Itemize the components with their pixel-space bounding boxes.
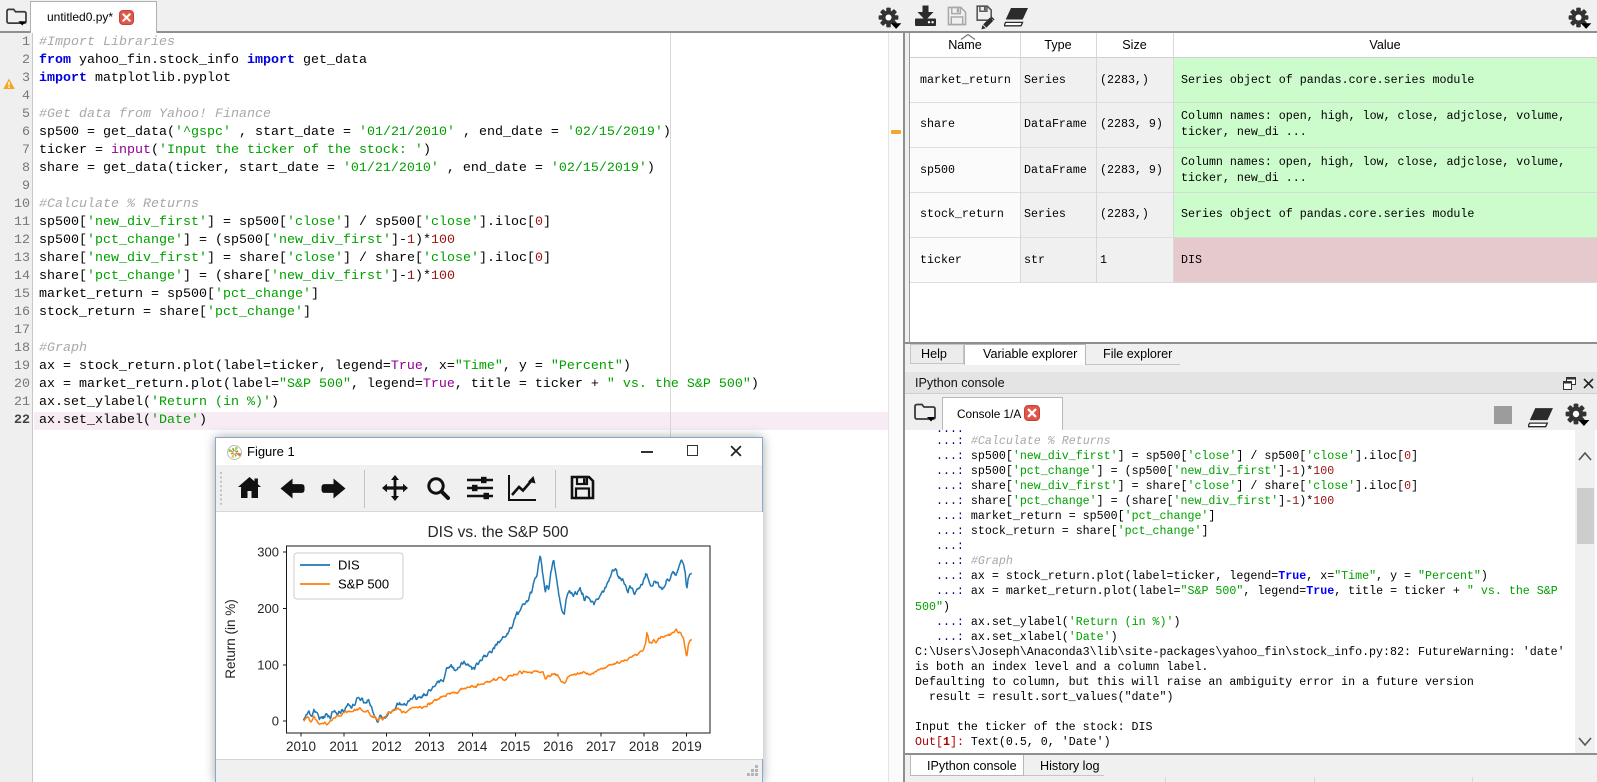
svg-text:2017: 2017 bbox=[586, 739, 616, 754]
svg-text:0: 0 bbox=[272, 714, 279, 729]
svg-text:2014: 2014 bbox=[457, 739, 488, 754]
svg-text:2013: 2013 bbox=[415, 739, 445, 754]
svg-text:2012: 2012 bbox=[372, 739, 402, 754]
svg-text:200: 200 bbox=[257, 601, 279, 616]
svg-text:300: 300 bbox=[257, 545, 279, 560]
svg-text:2010: 2010 bbox=[286, 739, 316, 754]
svg-text:DIS vs. the S&P 500: DIS vs. the S&P 500 bbox=[427, 524, 568, 541]
svg-text:S&P 500: S&P 500 bbox=[338, 577, 389, 592]
svg-text:2018: 2018 bbox=[629, 739, 659, 754]
svg-text:2016: 2016 bbox=[543, 739, 573, 754]
svg-text:DIS: DIS bbox=[338, 558, 360, 573]
svg-text:2015: 2015 bbox=[500, 739, 530, 754]
svg-text:2019: 2019 bbox=[672, 739, 702, 754]
svg-text:Return (in %): Return (in %) bbox=[223, 599, 238, 679]
svg-text:100: 100 bbox=[257, 657, 279, 672]
svg-text:2011: 2011 bbox=[329, 739, 358, 754]
